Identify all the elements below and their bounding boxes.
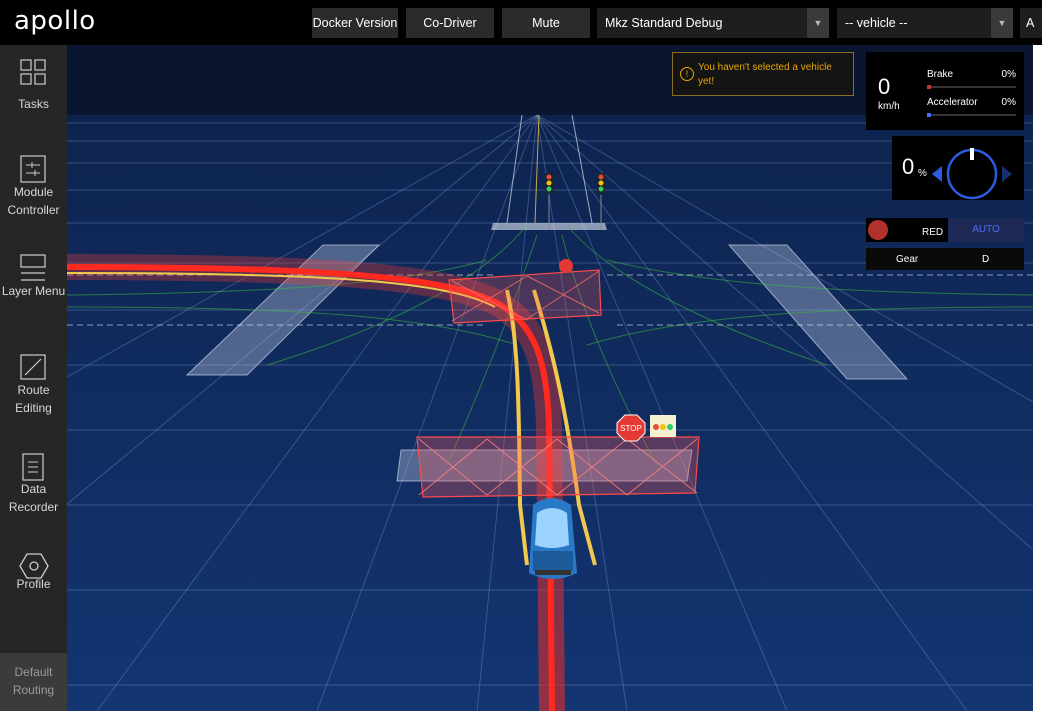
sidebar: Tasks Module Controller Layer Menu Route… xyxy=(0,45,67,711)
accelerator-value: 0% xyxy=(1001,97,1016,108)
speed-panel: 0 km/h Brake 0% Accelerator 0% xyxy=(866,52,1024,130)
chevron-down-icon: ▼ xyxy=(991,8,1013,38)
mode-select-value: Mkz Standard Debug xyxy=(605,16,723,30)
vehicle-warning-notification: ! You haven't selected a vehicle yet! xyxy=(672,52,854,96)
stop-zone-far xyxy=(448,269,602,324)
speed-value: 0 xyxy=(878,74,891,99)
module-controller-icon xyxy=(20,155,46,183)
stop-sign-icon xyxy=(559,259,573,273)
brake-label: Brake xyxy=(927,69,954,80)
mute-button[interactable]: Mute xyxy=(502,8,590,38)
sidebar-item-label: Route Editing xyxy=(15,383,52,415)
sidebar-item-data-recorder[interactable]: Data Recorder xyxy=(0,438,67,534)
gear-label: Gear xyxy=(896,254,919,265)
sidebar-item-layer-menu[interactable]: Layer Menu xyxy=(0,240,67,336)
traffic-signal-decal-icon xyxy=(650,415,676,437)
brake-value: 0% xyxy=(1001,69,1016,80)
steering-panel: 0 % xyxy=(892,136,1024,200)
notification-text: You haven't selected a vehicle yet! xyxy=(698,62,832,87)
default-routing-label: Default Routing xyxy=(12,665,55,697)
sidebar-item-route-editing[interactable]: Route Editing xyxy=(0,339,67,435)
accelerator-bar xyxy=(927,113,1016,117)
driving-mode: AUTO xyxy=(948,218,1024,242)
data-recorder-icon xyxy=(22,453,44,481)
mode-select[interactable]: Mkz Standard Debug ▼ xyxy=(597,8,829,38)
stop-zone-near xyxy=(416,436,700,498)
sidebar-item-label: Layer Menu xyxy=(1,284,66,298)
sidebar-item-label: Tasks xyxy=(18,97,49,111)
scene-canvas: STOP xyxy=(67,45,1033,711)
sidebar-item-module-controller[interactable]: Module Controller xyxy=(0,141,67,237)
top-bar: apollo Docker Version Co-Driver Mute Mkz… xyxy=(0,0,1042,45)
warning-icon: ! xyxy=(680,67,694,81)
accelerator-label: Accelerator xyxy=(927,97,978,108)
vehicle-select-value: -- vehicle -- xyxy=(845,16,908,30)
docker-version-button[interactable]: Docker Version xyxy=(312,8,398,38)
steering-wheel-icon xyxy=(932,148,1012,200)
speed-unit: km/h xyxy=(878,101,900,112)
brake-bar-fill xyxy=(927,85,931,89)
chevron-down-icon: ▼ xyxy=(807,8,829,38)
stop-sign-label: STOP xyxy=(620,424,642,433)
tasks-icon xyxy=(20,59,46,85)
layer-menu-icon xyxy=(20,254,46,281)
signal-status: RED xyxy=(922,227,944,238)
sidebar-item-profile[interactable]: Profile xyxy=(0,537,67,633)
default-routing-button[interactable]: Default Routing xyxy=(0,653,67,711)
route-editing-icon xyxy=(20,354,46,380)
accelerator-bar-fill xyxy=(927,113,931,117)
sidebar-item-tasks[interactable]: Tasks xyxy=(0,45,67,141)
map-select-value: A xyxy=(1026,16,1035,30)
gear-value: D xyxy=(982,254,990,265)
signal-light-icon xyxy=(868,220,888,240)
ego-vehicle-icon xyxy=(529,498,577,579)
map-select[interactable]: A xyxy=(1020,8,1042,38)
sidebar-item-label: Module Controller xyxy=(7,185,60,217)
window-edge xyxy=(1033,45,1042,711)
vehicle-select[interactable]: -- vehicle -- ▼ xyxy=(837,8,1013,38)
sidebar-item-label: Profile xyxy=(16,577,51,591)
apollo-logo: apollo xyxy=(14,6,96,36)
simulation-view[interactable]: STOP xyxy=(67,45,1033,711)
sidebar-item-label: Data Recorder xyxy=(8,482,59,514)
gear-panel: Gear D xyxy=(866,248,1024,270)
brake-bar xyxy=(927,85,1016,89)
co-driver-button[interactable]: Co-Driver xyxy=(406,8,494,38)
signal-mode-panel: RED AUTO xyxy=(866,218,1024,242)
